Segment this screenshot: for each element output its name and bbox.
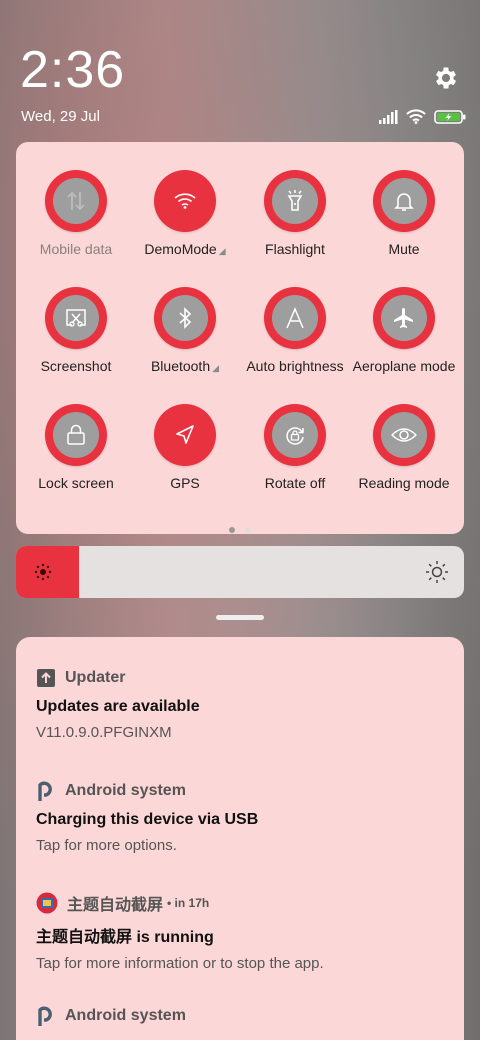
tile-screenshot[interactable]: Screenshot — [20, 287, 132, 374]
eye-icon — [391, 428, 417, 442]
mobile-data-icon — [67, 191, 85, 211]
tile-label: Reading mode — [358, 475, 450, 491]
notification-android-system[interactable]: Android system Charging this device via … — [36, 780, 456, 854]
android-system-icon — [38, 1006, 52, 1026]
notification-app-name: Updater — [65, 669, 126, 686]
signal-icon — [379, 109, 398, 124]
notification-android-system-2[interactable]: Android system — [36, 1005, 456, 1027]
tile-flashlight[interactable]: Flashlight — [239, 170, 351, 257]
tile-label: Mobile data — [39, 241, 113, 257]
bell-icon — [394, 193, 414, 211]
notification-title: Charging this device via USB — [36, 811, 259, 828]
notification-app-name: Android system — [65, 1007, 186, 1024]
notification-updater[interactable]: Updater Updates are available V11.0.9.0.… — [36, 667, 456, 741]
status-icons — [378, 109, 466, 124]
notification-panel: Updater Updates are available V11.0.9.0.… — [16, 637, 464, 1040]
wifi-icon — [406, 109, 426, 124]
quick-settings-panel: Mobile data DemoMode ◢ Flashlight Mute S… — [16, 142, 464, 534]
brightness-high-icon — [426, 561, 448, 583]
tile-label: Lock screen — [38, 475, 114, 491]
rotate-lock-icon — [286, 427, 304, 445]
tile-label: Aeroplane mode — [352, 358, 456, 374]
tile-gps[interactable]: GPS — [129, 404, 241, 491]
tile-demomode[interactable]: DemoMode ◢ — [129, 170, 241, 257]
tile-label: DemoMode — [144, 241, 217, 257]
tile-rotate-off[interactable]: Rotate off — [239, 404, 351, 491]
notification-title: 主题自动截屏 is running — [36, 929, 214, 946]
lock-icon — [67, 424, 85, 445]
notification-text: V11.0.9.0.PFGINXM — [36, 724, 172, 741]
notification-text: Tap for more options. — [36, 837, 177, 854]
notification-text: Tap for more information or to stop the … — [36, 955, 324, 972]
gps-icon — [176, 425, 194, 444]
settings-gear-icon[interactable] — [432, 64, 460, 92]
tile-label: Mute — [388, 241, 420, 257]
tile-bluetooth[interactable]: Bluetooth ◢ — [129, 287, 241, 374]
date[interactable]: Wed, 29 Jul — [21, 108, 100, 125]
airplane-icon — [394, 308, 413, 328]
expand-arrow-icon: ◢ — [212, 363, 220, 373]
tile-label: Auto brightness — [246, 358, 344, 374]
tile-label: GPS — [170, 475, 200, 491]
screenshot-icon — [66, 309, 86, 327]
page-dot[interactable] — [245, 527, 251, 533]
tile-aeroplane-mode[interactable]: Aeroplane mode — [348, 287, 460, 374]
notification-app-name: Android system — [65, 782, 186, 799]
tile-mobile-data[interactable]: Mobile data — [20, 170, 132, 257]
tile-label: Bluetooth — [150, 358, 211, 374]
bluetooth-icon — [179, 307, 192, 329]
app-icon — [36, 892, 58, 914]
brightness-low-icon — [34, 563, 52, 581]
updater-icon — [37, 669, 55, 687]
tile-label: Flashlight — [265, 241, 325, 257]
page-dot-active[interactable] — [229, 527, 235, 533]
tile-reading-mode[interactable]: Reading mode — [348, 404, 460, 491]
clock[interactable]: 2:36 — [20, 40, 125, 100]
drag-handle[interactable] — [216, 615, 264, 620]
notification-time: • in 17h — [167, 896, 210, 910]
tile-label: Rotate off — [264, 475, 326, 491]
battery-charging-icon — [434, 109, 466, 124]
tile-auto-brightness[interactable]: Auto brightness — [239, 287, 351, 374]
tile-lock-screen[interactable]: Lock screen — [20, 404, 132, 491]
tile-label: Screenshot — [40, 358, 112, 374]
notification-screenshot-app[interactable]: 主题自动截屏 • in 17h 主题自动截屏 is running Tap fo… — [36, 892, 456, 972]
android-system-icon — [38, 781, 52, 801]
auto-brightness-icon — [286, 307, 304, 329]
page-indicator — [16, 520, 464, 538]
notification-app-name: 主题自动截屏 — [67, 897, 164, 914]
wifi-icon — [174, 193, 196, 209]
expand-arrow-icon: ◢ — [218, 246, 226, 256]
notification-title: Updates are available — [36, 698, 200, 715]
flashlight-icon — [287, 190, 303, 211]
brightness-slider[interactable] — [16, 546, 464, 598]
tile-mute[interactable]: Mute — [348, 170, 460, 257]
